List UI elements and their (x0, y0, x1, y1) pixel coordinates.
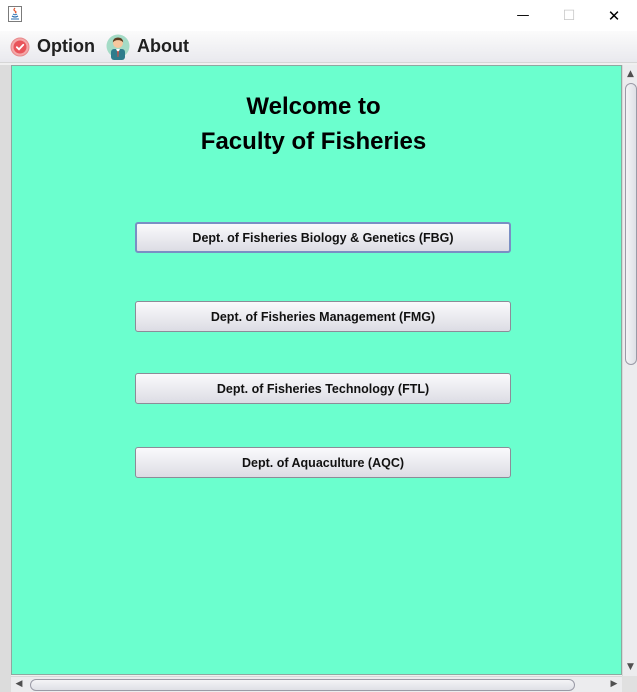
dept-fmg-button[interactable]: Dept. of Fisheries Management (FMG) (135, 301, 511, 332)
java-app-icon (8, 6, 22, 22)
page-title: Welcome to Faculty of Fisheries (12, 89, 615, 159)
person-icon (106, 34, 130, 60)
vertical-scroll-thumb[interactable] (625, 83, 637, 365)
title-line-2: Faculty of Fisheries (200, 128, 427, 155)
maximize-button[interactable]: ☐ (546, 0, 592, 31)
window-border (0, 65, 11, 692)
horizontal-scrollbar[interactable]: ◀ ▶ (11, 676, 622, 692)
horizontal-scroll-thumb[interactable] (30, 679, 575, 691)
check-circle-icon (10, 37, 30, 56)
title-bar: — ☐ ✕ (0, 0, 637, 31)
menu-option-label: Option (37, 36, 95, 56)
close-button[interactable]: ✕ (591, 0, 637, 31)
scroll-right-arrow-icon[interactable]: ▶ (608, 679, 620, 689)
scroll-up-arrow-icon[interactable]: ▲ (623, 69, 637, 79)
dept-aqc-button[interactable]: Dept. of Aquaculture (AQC) (135, 447, 511, 478)
menu-bar: Option About (0, 31, 637, 63)
dept-ftl-button[interactable]: Dept. of Fisheries Technology (FTL) (135, 373, 511, 404)
scroll-left-arrow-icon[interactable]: ◀ (13, 679, 25, 689)
menu-about[interactable]: About (106, 31, 189, 62)
minimize-button[interactable]: — (500, 0, 546, 31)
dept-fbg-button[interactable]: Dept. of Fisheries Biology & Genetics (F… (135, 222, 511, 253)
menu-option[interactable]: Option (10, 31, 95, 62)
scroll-corner (622, 676, 637, 692)
scroll-down-arrow-icon[interactable]: ▼ (623, 662, 637, 672)
menu-about-label: About (137, 36, 189, 56)
main-panel: Welcome to Faculty of Fisheries Dept. of… (11, 65, 622, 675)
vertical-scrollbar[interactable]: ▲ ▼ (622, 65, 637, 676)
title-line-1: Welcome to (246, 93, 381, 120)
